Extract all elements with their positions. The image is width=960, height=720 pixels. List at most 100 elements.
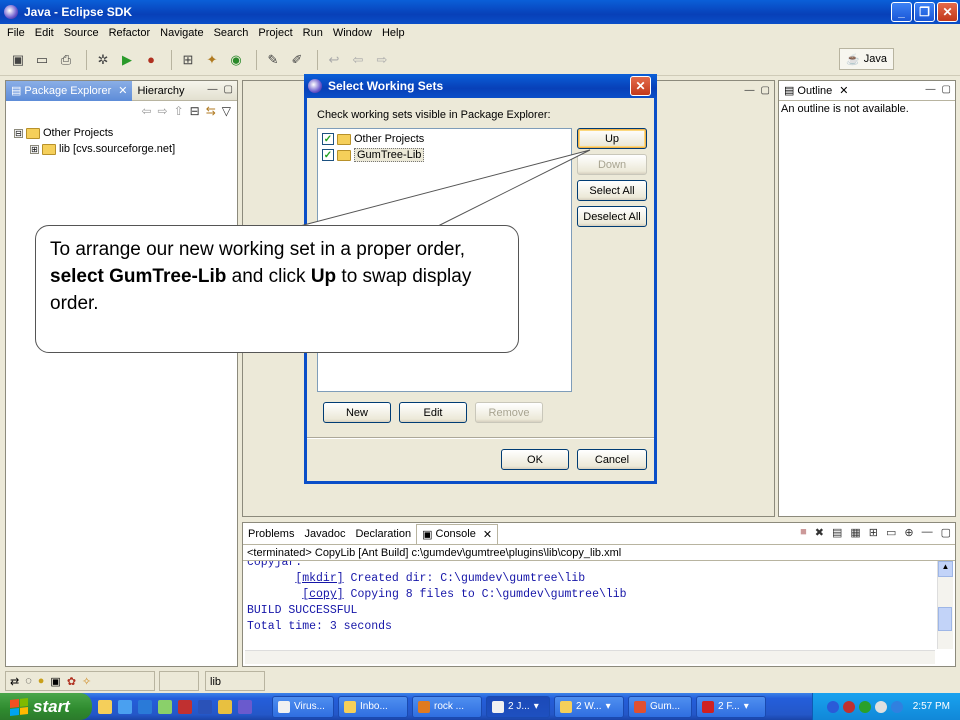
network-icon[interactable] (826, 700, 839, 713)
console-icon[interactable]: ▣ (50, 675, 60, 688)
minimize-view-icon[interactable]: — (922, 526, 933, 539)
run-icon[interactable]: ▶ (117, 50, 137, 70)
new-icon[interactable]: ▣ (8, 50, 28, 70)
display-console-icon[interactable]: ▭ (886, 526, 896, 539)
star-icon[interactable]: ✧ (82, 675, 91, 688)
menu-refactor[interactable]: Refactor (104, 27, 156, 39)
debug-icon[interactable]: ✲ (93, 50, 113, 70)
task-inbox[interactable]: Inbo... (338, 695, 408, 718)
folder-icon[interactable] (98, 699, 112, 714)
edit-button[interactable]: Edit (399, 402, 467, 423)
menu-source[interactable]: Source (59, 27, 104, 39)
search-icon[interactable] (218, 699, 232, 714)
new-class-icon[interactable]: ◉ (226, 50, 246, 70)
mkdir-link[interactable]: [mkdir] (295, 572, 343, 585)
select-all-button[interactable]: Select All (577, 180, 647, 201)
scroll-up-arrow[interactable]: ▲ (938, 561, 953, 577)
menu-project[interactable]: Project (253, 27, 297, 39)
up-icon[interactable]: ⇧ (174, 104, 184, 118)
tab-outline[interactable]: ▤ Outline ✕ (779, 81, 853, 101)
close-tab-icon[interactable]: ✕ (118, 84, 127, 97)
app-icon[interactable] (178, 699, 192, 714)
tab-javadoc[interactable]: Javadoc (299, 524, 350, 544)
list-item[interactable]: ✓ Other Projects (318, 129, 571, 147)
menu-help[interactable]: Help (377, 27, 410, 39)
minimize-view-icon[interactable]: — (745, 85, 755, 96)
pin-console-icon[interactable]: ⊞ (869, 526, 878, 539)
maximize-view-icon[interactable]: ▢ (761, 85, 770, 96)
tab-problems[interactable]: Problems (243, 524, 299, 544)
vertical-scrollbar[interactable]: ▲ (937, 561, 953, 649)
tab-hierarchy[interactable]: Hierarchy (132, 81, 189, 101)
collapse-icon[interactable]: ⊟ (14, 128, 23, 138)
ok-button[interactable]: OK (501, 449, 569, 470)
new-button[interactable]: New (323, 402, 391, 423)
eclipse-icon[interactable] (238, 699, 252, 714)
tab-declaration[interactable]: Declaration (350, 524, 416, 544)
copy-link[interactable]: [copy] (302, 588, 343, 601)
antivirus-icon[interactable] (842, 700, 855, 713)
terminate-icon[interactable]: ■ (800, 526, 807, 539)
back-icon[interactable]: ⇦ (141, 104, 151, 118)
console-output[interactable]: copyjar: [mkdir] Created dir: C:\gumdev\… (243, 561, 955, 649)
ie-icon[interactable] (138, 699, 152, 714)
task-firefox[interactable]: 2 F... ▾ (696, 695, 766, 718)
browser-icon[interactable] (118, 699, 132, 714)
tab-package-explorer[interactable]: ▤ Package Explorer ✕ (6, 80, 133, 101)
search-icon[interactable]: ✐ (287, 50, 307, 70)
mail-icon[interactable] (158, 699, 172, 714)
menu-navigate[interactable]: Navigate (155, 27, 208, 39)
scroll-lock-icon[interactable]: ▦ (850, 526, 860, 539)
minimize-button[interactable]: _ (891, 2, 912, 22)
checkbox[interactable]: ✓ (322, 133, 334, 145)
new-package-icon[interactable]: ✦ (202, 50, 222, 70)
menu-edit[interactable]: Edit (30, 27, 59, 39)
forward-icon[interactable]: ⇨ (158, 104, 168, 118)
cancel-button[interactable]: Cancel (577, 449, 647, 470)
external-tools-icon[interactable]: ● (141, 50, 161, 70)
start-button[interactable]: start (0, 693, 92, 720)
link-editor-icon[interactable]: ⇆ (206, 104, 216, 118)
open-type-icon[interactable]: ✎ (263, 50, 283, 70)
task-gumtree[interactable]: Gum... (628, 695, 692, 718)
open-console-icon[interactable]: ⊕ (904, 526, 913, 539)
horizontal-scrollbar[interactable] (245, 650, 935, 664)
print-icon[interactable]: ⎙ (56, 50, 76, 70)
scroll-thumb[interactable] (938, 607, 952, 631)
new-java-project-icon[interactable]: ⊞ (178, 50, 198, 70)
minimize-view-icon[interactable]: — (208, 84, 218, 95)
dialog-close-button[interactable]: ✕ (630, 76, 651, 96)
shield-icon[interactable] (858, 700, 871, 713)
remove-button[interactable]: Remove (475, 402, 543, 423)
menu-file[interactable]: File (2, 27, 30, 39)
expand-icon[interactable]: ⊞ (30, 144, 39, 154)
messenger-icon[interactable] (890, 700, 903, 713)
checkbox[interactable]: ✓ (322, 149, 334, 161)
menu-window[interactable]: Window (328, 27, 377, 39)
perspective-switcher[interactable]: ☕ Java (839, 48, 894, 70)
remove-launch-icon[interactable]: ✖ (815, 526, 824, 539)
minimize-view-icon[interactable]: — (926, 84, 936, 95)
list-item[interactable]: ✓ GumTree-Lib (318, 147, 571, 163)
view-menu-icon[interactable]: ▽ (222, 104, 231, 118)
fast-view-icon[interactable]: ⇄ (10, 675, 19, 688)
maximize-view-icon[interactable]: ▢ (941, 526, 951, 539)
maximize-view-icon[interactable]: ▢ (224, 84, 233, 95)
task-windows-explorer[interactable]: 2 W... ▾ (554, 695, 624, 718)
tree-row[interactable]: ⊟ Other Projects (14, 125, 237, 141)
forward-icon[interactable]: ⇨ (372, 50, 392, 70)
collapse-all-icon[interactable]: ⊟ (190, 104, 200, 118)
menu-run[interactable]: Run (298, 27, 328, 39)
close-button[interactable]: ✕ (937, 2, 958, 22)
deselect-all-button[interactable]: Deselect All (577, 206, 647, 227)
close-tab-icon[interactable]: ✕ (839, 84, 848, 97)
menu-search[interactable]: Search (209, 27, 254, 39)
clear-console-icon[interactable]: ▤ (832, 526, 842, 539)
bulb-icon[interactable]: ● (38, 675, 45, 687)
task-java[interactable]: 2 J... ▾ (486, 695, 550, 718)
task-virus[interactable]: Virus... (272, 695, 334, 718)
tree-row[interactable]: ⊞ lib [cvs.sourceforge.net] (14, 141, 237, 157)
bookmark-icon[interactable]: ✿ (67, 675, 76, 688)
maximize-view-icon[interactable]: ▢ (942, 84, 951, 95)
up-button[interactable]: Up (577, 128, 647, 149)
